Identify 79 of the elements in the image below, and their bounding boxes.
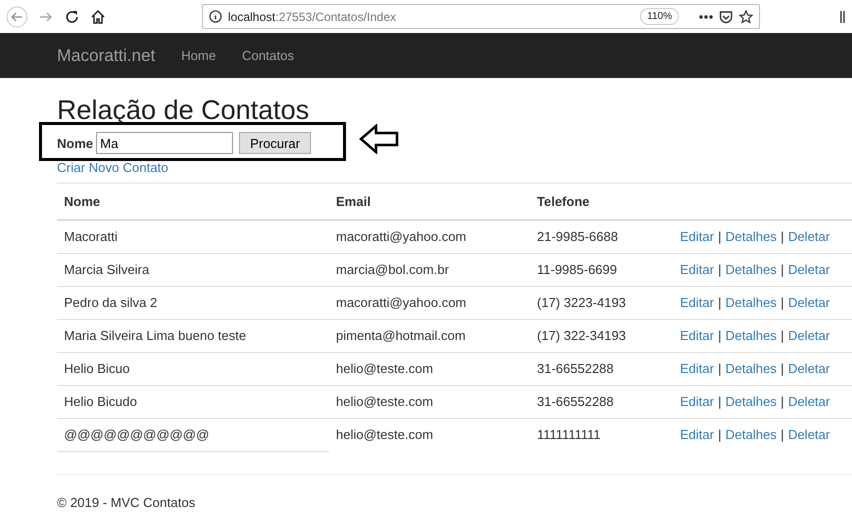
library-icon[interactable] — [840, 10, 846, 24]
table-cell: (17) 322-34193 — [537, 328, 626, 344]
table-cell: helio@teste.com — [336, 427, 434, 442]
action-link[interactable]: Detalhes — [725, 262, 777, 278]
separator: | — [780, 427, 784, 442]
search-button[interactable]: Procurar — [239, 132, 311, 154]
home-icon[interactable] — [90, 8, 106, 24]
table-cell: 31-66552288 — [537, 394, 614, 410]
more-icon[interactable] — [699, 14, 713, 18]
separator: | — [718, 262, 722, 278]
page-title: Relação de Contatos — [57, 94, 310, 126]
nav-link[interactable]: Contatos — [242, 46, 294, 66]
action-link[interactable]: Detalhes — [725, 229, 777, 244]
separator: | — [780, 229, 784, 244]
brand-link[interactable]: Macoratti.net — [57, 42, 156, 68]
star-icon[interactable] — [739, 10, 753, 24]
table-cell: 31-66552288 — [537, 361, 614, 376]
separator: | — [780, 262, 784, 278]
zoom-level[interactable]: 110% — [640, 8, 679, 25]
action-link[interactable]: Deletar — [788, 361, 830, 376]
table-cell: pimenta@hotmail.com — [336, 328, 466, 344]
action-link[interactable]: Deletar — [788, 427, 830, 442]
table-cell: Marcia Silveira — [64, 262, 150, 278]
table-cell: Macoratti — [64, 229, 118, 244]
separator: | — [718, 295, 722, 310]
action-link[interactable]: Deletar — [788, 394, 830, 410]
pocket-icon[interactable] — [719, 10, 733, 24]
arrow-icon — [359, 124, 399, 154]
action-link[interactable]: Editar — [680, 328, 714, 344]
table-cell: helio@teste.com — [336, 361, 434, 376]
table-cell: 1111111111 — [537, 427, 601, 442]
separator: | — [780, 394, 784, 410]
action-link[interactable]: Deletar — [788, 295, 830, 310]
table-cell: macoratti@yahoo.com — [336, 229, 466, 244]
info-icon[interactable] — [209, 10, 222, 23]
action-link[interactable]: Detalhes — [725, 295, 777, 310]
table-cell: marcia@bol.com.br — [336, 262, 449, 278]
action-link[interactable]: Detalhes — [725, 328, 777, 344]
action-link[interactable]: Editar — [680, 295, 714, 310]
separator: | — [718, 229, 722, 244]
create-link[interactable]: Criar Novo Contato — [57, 158, 168, 178]
table-cell: @@@@@@@@@@@ — [64, 427, 210, 442]
action-link[interactable]: Editar — [680, 262, 714, 278]
action-link[interactable]: Deletar — [788, 328, 830, 344]
name-input[interactable]: Ma — [96, 132, 234, 154]
separator: | — [718, 361, 722, 376]
reload-icon[interactable] — [64, 8, 80, 24]
table-cell: macoratti@yahoo.com — [336, 295, 466, 310]
table-cell: Maria Silveira Lima bueno teste — [64, 328, 246, 344]
column-header: Nome — [57, 182, 329, 220]
table-cell: Helio Bicudo — [64, 394, 137, 410]
separator: | — [718, 328, 722, 344]
action-link[interactable]: Editar — [680, 229, 714, 244]
separator: | — [780, 361, 784, 376]
separator: | — [780, 295, 784, 310]
table-cell: helio@teste.com — [336, 394, 434, 410]
table-cell: (17) 3223-4193 — [537, 295, 626, 310]
address-bar[interactable]: localhost:27553/Contatos/Index 110% — [202, 4, 760, 29]
action-link[interactable]: Deletar — [788, 229, 830, 244]
action-link[interactable]: Detalhes — [725, 394, 777, 410]
separator: | — [718, 427, 722, 442]
table-cell: Helio Bicuo — [64, 361, 130, 376]
action-link[interactable]: Detalhes — [725, 427, 777, 442]
action-link[interactable]: Deletar — [788, 262, 830, 278]
separator: | — [780, 328, 784, 344]
column-header: Telefone — [530, 182, 673, 220]
column-header: Email — [329, 182, 530, 220]
nav-link[interactable]: Home — [181, 46, 216, 66]
table-cell: 21-9985-6688 — [537, 229, 618, 244]
name-label: Nome — [57, 134, 94, 153]
table-cell: 11-9985-6699 — [537, 262, 617, 278]
footer-text: © 2019 - MVC Contatos — [57, 494, 196, 510]
action-link[interactable]: Detalhes — [725, 361, 777, 376]
action-link[interactable]: Editar — [680, 361, 714, 376]
action-link[interactable]: Editar — [680, 394, 714, 410]
action-link[interactable]: Editar — [680, 427, 714, 442]
back-icon[interactable] — [6, 6, 28, 28]
separator: | — [718, 394, 722, 410]
table-cell: Pedro da silva 2 — [64, 295, 158, 310]
